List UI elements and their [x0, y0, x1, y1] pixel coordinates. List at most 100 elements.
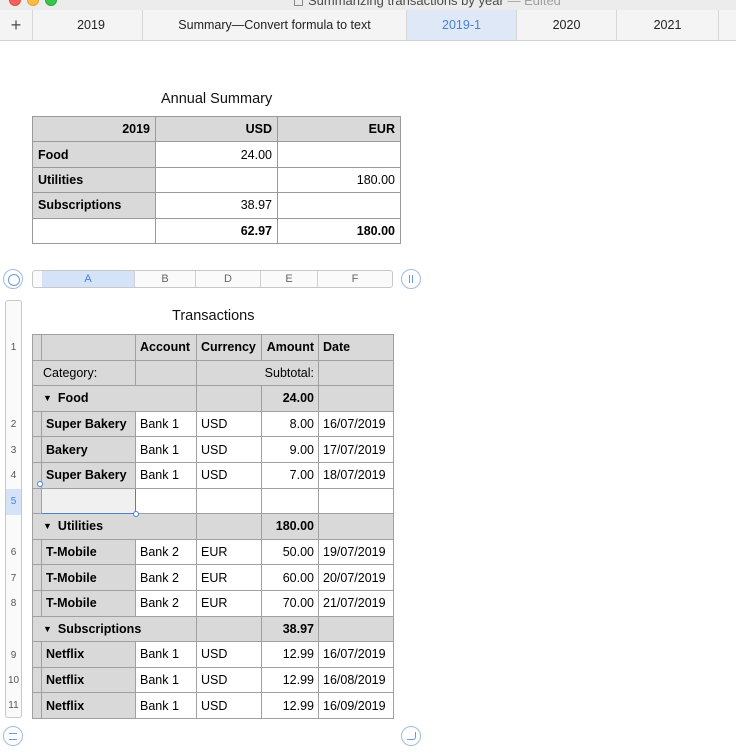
column-header-amount[interactable]: Amount: [261, 334, 319, 361]
column-header-f[interactable]: F: [318, 271, 392, 287]
cell-account[interactable]: Bank 1: [135, 436, 197, 463]
cell-name[interactable]: Super Bakery: [41, 461, 136, 489]
cell-currency[interactable]: USD: [196, 666, 262, 694]
summary-row-label[interactable]: Food: [32, 141, 156, 168]
row-header-4[interactable]: 4: [6, 463, 21, 489]
cell-date[interactable]: 19/07/2019: [318, 538, 394, 566]
row-header-1[interactable]: 1: [6, 335, 21, 361]
cell-date[interactable]: [318, 487, 394, 515]
add-sheet-button[interactable]: +: [0, 10, 33, 40]
cell-currency[interactable]: EUR: [196, 564, 262, 591]
row-header-11[interactable]: 11: [6, 693, 21, 719]
cell-amount[interactable]: 7.00: [261, 461, 319, 489]
column-header-account[interactable]: Account: [135, 334, 197, 361]
selection-handle-bottom-right[interactable]: [133, 511, 139, 517]
disclosure-triangle-icon[interactable]: ▼: [43, 393, 52, 403]
cell-amount[interactable]: 8.00: [261, 410, 319, 438]
cell-amount[interactable]: [261, 487, 319, 515]
group-label-subscriptions[interactable]: ▼ Subscriptions: [32, 615, 197, 643]
disclosure-triangle-icon[interactable]: ▼: [43, 521, 52, 531]
cell-amount[interactable]: 50.00: [261, 538, 319, 566]
cell-account[interactable]: Bank 1: [135, 692, 197, 719]
row-header-5[interactable]: 5: [6, 489, 21, 515]
cell-currency[interactable]: USD: [196, 461, 262, 489]
cell-date[interactable]: 16/09/2019: [318, 692, 394, 719]
column-header-a[interactable]: A: [42, 271, 135, 287]
cell-account[interactable]: [135, 487, 197, 515]
cell-currency[interactable]: [196, 487, 262, 515]
cell-account[interactable]: Bank 2: [135, 564, 197, 591]
cell-name[interactable]: Super Bakery: [41, 410, 136, 438]
cell-currency[interactable]: USD: [196, 692, 262, 719]
resize-table-handle[interactable]: [401, 726, 421, 746]
summary-header-year[interactable]: 2019: [32, 115, 156, 143]
column-header-e[interactable]: E: [261, 271, 318, 287]
cell-currency[interactable]: USD: [196, 410, 262, 438]
cell-name[interactable]: Netflix: [41, 666, 136, 694]
tab-2019-1[interactable]: 2019-1: [407, 10, 517, 40]
tab-summary-convert[interactable]: Summary—Convert formula to text: [143, 10, 407, 40]
cell-date[interactable]: 16/07/2019: [318, 641, 394, 668]
group-subtotal[interactable]: 24.00: [261, 385, 319, 412]
cell-name[interactable]: T-Mobile: [41, 564, 136, 591]
column-header-date[interactable]: Date: [318, 334, 394, 361]
summary-cell-eur[interactable]: [277, 192, 401, 219]
summary-row-label[interactable]: Subscriptions: [32, 192, 156, 219]
summary-cell-eur[interactable]: [277, 141, 401, 168]
cell-account[interactable]: Bank 1: [135, 461, 197, 489]
row-header-2[interactable]: 2: [6, 412, 21, 438]
cell-account[interactable]: Bank 1: [135, 641, 197, 668]
row-header-3[interactable]: 3: [6, 438, 21, 464]
cell-amount[interactable]: 70.00: [261, 589, 319, 617]
selected-cell[interactable]: [41, 487, 136, 515]
tab-2021[interactable]: 2021: [617, 10, 719, 40]
column-header-currency[interactable]: Currency: [196, 334, 262, 361]
cell-amount[interactable]: 12.99: [261, 692, 319, 719]
cell-date[interactable]: 17/07/2019: [318, 436, 394, 463]
summary-total-eur[interactable]: 180.00: [277, 217, 401, 244]
cell-date[interactable]: 16/07/2019: [318, 410, 394, 438]
close-window-button[interactable]: [9, 0, 21, 6]
group-label-food[interactable]: ▼ Food: [32, 385, 197, 412]
cell-name[interactable]: T-Mobile: [41, 589, 136, 617]
row-header-8[interactable]: 8: [6, 591, 21, 617]
cell-currency[interactable]: EUR: [196, 589, 262, 617]
cell-name[interactable]: Bakery: [41, 436, 136, 463]
cell-name[interactable]: Netflix: [41, 692, 136, 719]
column-header-d[interactable]: D: [196, 271, 261, 287]
summary-row-label[interactable]: Utilities: [32, 166, 156, 194]
cell-amount[interactable]: 12.99: [261, 666, 319, 694]
summary-header-eur[interactable]: EUR: [277, 115, 401, 143]
cell-account[interactable]: Bank 1: [135, 410, 197, 438]
disclosure-triangle-icon[interactable]: ▼: [43, 624, 52, 634]
group-subtotal[interactable]: 38.97: [261, 615, 319, 643]
cell-date[interactable]: 21/07/2019: [318, 589, 394, 617]
row-header-10[interactable]: 10: [6, 668, 21, 694]
row-header-7[interactable]: 7: [6, 566, 21, 592]
summary-cell-usd[interactable]: 24.00: [155, 141, 278, 168]
tab-2020[interactable]: 2020: [517, 10, 617, 40]
column-header-name[interactable]: [41, 334, 136, 361]
row-header-9[interactable]: 9: [6, 643, 21, 669]
tab-2019[interactable]: 2019: [40, 10, 143, 40]
cell-currency[interactable]: USD: [196, 436, 262, 463]
cell-date[interactable]: 16/08/2019: [318, 666, 394, 694]
edited-status[interactable]: — Edited: [507, 0, 560, 8]
column-header-b[interactable]: B: [135, 271, 196, 287]
summary-total-usd[interactable]: 62.97: [155, 217, 278, 244]
summary-cell-usd[interactable]: 38.97: [155, 192, 278, 219]
summary-cell-eur[interactable]: 180.00: [277, 166, 401, 194]
cell-account[interactable]: Bank 1: [135, 666, 197, 694]
cell-date[interactable]: 18/07/2019: [318, 461, 394, 489]
summary-cell-usd[interactable]: [155, 166, 278, 194]
summary-total-label[interactable]: [32, 217, 156, 244]
cell-name[interactable]: Netflix: [41, 641, 136, 668]
zoom-window-button[interactable]: [45, 0, 57, 6]
cell-account[interactable]: Bank 2: [135, 538, 197, 566]
add-row-handle[interactable]: [3, 726, 23, 746]
summary-header-usd[interactable]: USD: [155, 115, 278, 143]
row-header-6[interactable]: 6: [6, 540, 21, 566]
group-subtotal[interactable]: 180.00: [261, 513, 319, 540]
cell-date[interactable]: 20/07/2019: [318, 564, 394, 591]
group-label-utilities[interactable]: ▼ Utilities: [32, 513, 197, 540]
